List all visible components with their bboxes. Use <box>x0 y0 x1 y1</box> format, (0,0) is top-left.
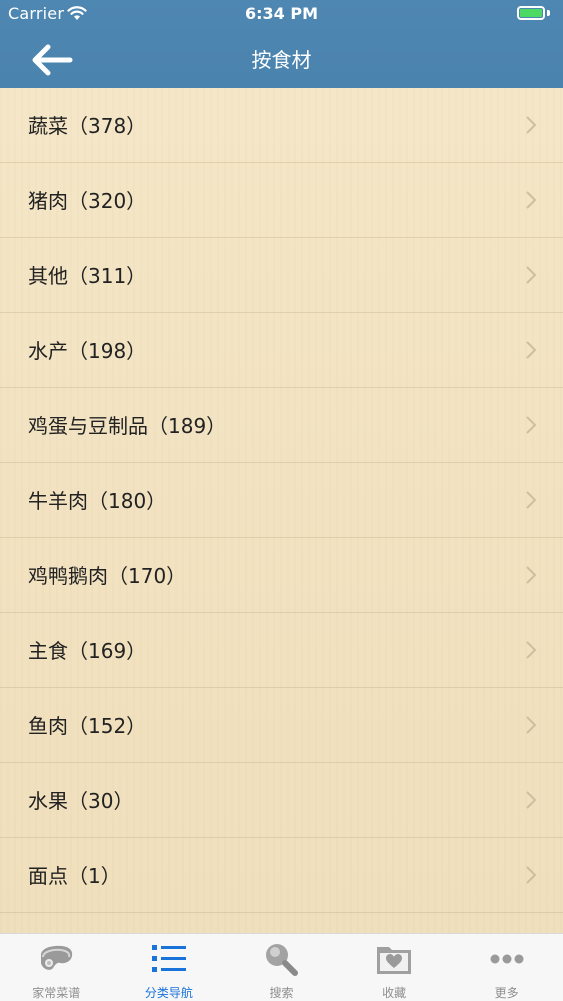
chevron-right-icon <box>526 866 537 884</box>
battery-level <box>520 9 542 17</box>
list-item-label: 牛羊肉（180） <box>28 489 167 513</box>
list-item[interactable]: 猪肉（320） <box>0 163 563 238</box>
header: Carrier 6:34 PM 按食材 <box>0 0 563 88</box>
tab-home-recipes[interactable]: 家常菜谱 <box>0 934 113 1001</box>
list-item-label: 水果（30） <box>28 789 134 813</box>
battery-icon <box>517 6 545 20</box>
list-item[interactable]: 鸡鸭鹅肉（170） <box>0 538 563 613</box>
tab-label: 收藏 <box>382 986 407 1000</box>
heart-folder-icon <box>377 947 412 974</box>
list-item-label: 鱼肉（152） <box>28 714 147 738</box>
steak-icon <box>41 945 73 970</box>
list-item-label: 猪肉（320） <box>28 189 147 213</box>
more-dots-icon <box>490 954 524 964</box>
list-item-label: 鸡蛋与豆制品（189） <box>28 414 227 438</box>
tab-category-nav[interactable]: 分类导航 <box>113 934 226 1001</box>
list-item-label: 水产（198） <box>28 339 147 363</box>
category-list: 蔬菜（378） 猪肉（320） 其他（311） 水产（198） 鸡蛋与豆制品（1… <box>0 88 563 933</box>
status-time: 6:34 PM <box>244 4 318 23</box>
list-item[interactable]: 鱼肉（152） <box>0 688 563 763</box>
status-bar: Carrier 6:34 PM <box>0 0 563 30</box>
tab-label: 更多 <box>494 986 519 1000</box>
tab-label: 分类导航 <box>144 986 193 1000</box>
battery-tip <box>547 10 550 16</box>
magnifier-icon <box>266 944 299 976</box>
list-item[interactable]: 鸡蛋与豆制品（189） <box>0 388 563 463</box>
chevron-right-icon <box>526 116 537 134</box>
tab-label: 搜索 <box>269 986 294 1000</box>
tab-search[interactable]: 搜索 <box>225 934 338 1001</box>
chevron-right-icon <box>526 416 537 434</box>
chevron-right-icon <box>526 716 537 734</box>
tab-label: 家常菜谱 <box>32 986 81 1000</box>
tab-favorites[interactable]: 收藏 <box>338 934 451 1001</box>
tab-more[interactable]: 更多 <box>450 934 563 1001</box>
chevron-right-icon <box>526 566 537 584</box>
list-icon <box>151 945 186 972</box>
chevron-right-icon <box>526 491 537 509</box>
list-item-label: 面点（1） <box>28 864 121 888</box>
list-item[interactable]: 其他（311） <box>0 238 563 313</box>
tab-bar: 家常菜谱 分类导航 搜索 收藏 更多 <box>0 933 563 1001</box>
chevron-right-icon <box>526 266 537 284</box>
chevron-right-icon <box>526 641 537 659</box>
list-item[interactable]: 主食（169） <box>0 613 563 688</box>
chevron-right-icon <box>526 791 537 809</box>
list-item[interactable]: 水果（30） <box>0 763 563 838</box>
list-item[interactable]: 面点（1） <box>0 838 563 913</box>
chevron-right-icon <box>526 341 537 359</box>
list-item[interactable]: 蔬菜（378） <box>0 88 563 163</box>
list-item[interactable]: 水产（198） <box>0 313 563 388</box>
list-item-label: 主食（169） <box>28 639 147 663</box>
chevron-right-icon <box>526 191 537 209</box>
nav-bar: 按食材 <box>0 30 563 88</box>
list-item[interactable]: 牛羊肉（180） <box>0 463 563 538</box>
list-item-label: 蔬菜（378） <box>28 114 147 138</box>
page-title: 按食材 <box>251 48 312 72</box>
list-item-label: 其他（311） <box>28 264 147 288</box>
list-item-label: 鸡鸭鹅肉（170） <box>28 564 187 588</box>
